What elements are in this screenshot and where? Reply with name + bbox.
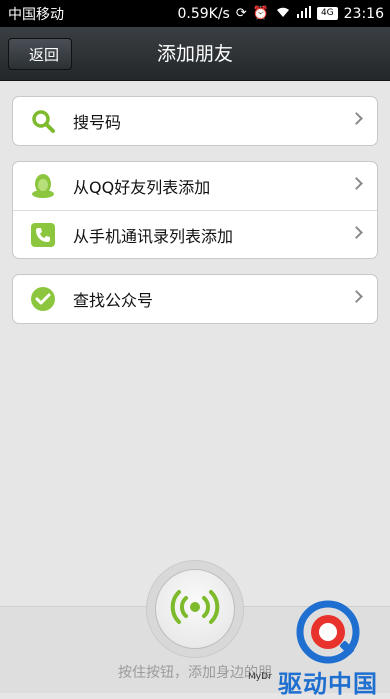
watermark-text: 驱动中国 — [278, 670, 378, 698]
public-account-group: 查找公众号 — [12, 274, 378, 324]
status-icons: 0.59K/s ⟳ ⏰ 4G 23:16 — [177, 6, 384, 22]
public-account-item[interactable]: 查找公众号 — [13, 275, 377, 323]
carrier-label: 中国移动 — [8, 6, 64, 23]
clock: 23:16 — [343, 5, 384, 22]
chevron-right-icon — [350, 112, 363, 125]
signal-icon — [296, 6, 311, 21]
check-circle-icon — [29, 285, 57, 313]
watermark-small-text: MyDr — [248, 672, 272, 682]
wifi-icon — [275, 6, 291, 21]
back-button[interactable]: 返回 — [8, 38, 72, 70]
watermark-logo — [296, 600, 360, 664]
network-speed: 0.59K/s — [177, 5, 230, 22]
contacts-item[interactable]: 从手机通讯录列表添加 — [13, 210, 377, 258]
radar-signal-icon — [170, 587, 220, 631]
alarm-icon: ⏰ — [252, 6, 269, 21]
status-bar: 中国移动 0.59K/s ⟳ ⏰ 4G 23:16 — [0, 0, 390, 27]
sync-icon: ⟳ — [235, 6, 247, 21]
radar-button[interactable] — [155, 569, 235, 649]
search-icon — [29, 107, 57, 135]
chevron-right-icon — [350, 226, 363, 239]
battery-icon: 4G — [316, 7, 338, 20]
qq-penguin-icon — [29, 172, 57, 200]
chevron-right-icon — [350, 290, 363, 303]
chevron-right-icon — [350, 177, 363, 190]
search-group: 搜号码 — [12, 96, 378, 146]
public-account-label: 查找公众号 — [73, 291, 154, 310]
nav-bar: 添加朋友 返回 — [0, 27, 390, 81]
back-button-label: 返回 — [28, 45, 59, 64]
import-group: 从QQ好友列表添加 从手机通讯录列表添加 — [12, 161, 378, 259]
search-number-item[interactable]: 搜号码 — [13, 97, 377, 145]
contacts-label: 从手机通讯录列表添加 — [73, 226, 234, 246]
qq-friends-item[interactable]: 从QQ好友列表添加 — [13, 162, 377, 210]
search-number-label: 搜号码 — [73, 113, 122, 132]
phone-icon — [29, 221, 57, 249]
qq-friends-label: 从QQ好友列表添加 — [73, 178, 211, 197]
